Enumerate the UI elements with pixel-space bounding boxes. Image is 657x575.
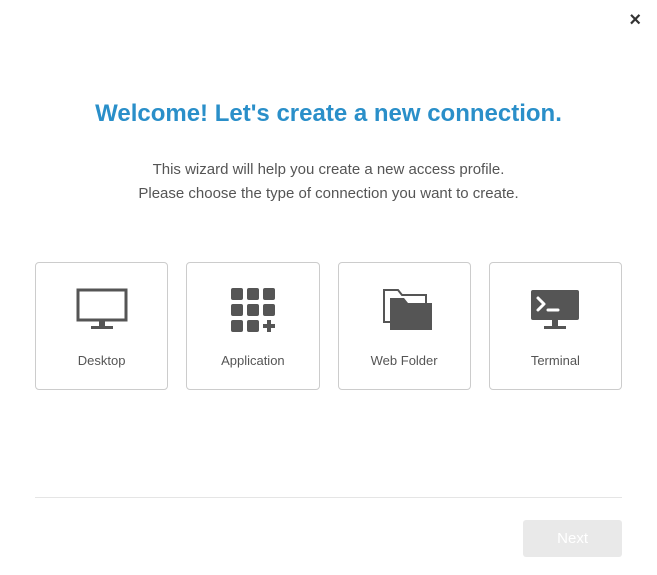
subtitle-line-2: Please choose the type of connection you… [35, 182, 622, 206]
next-button[interactable]: Next [523, 520, 622, 557]
option-desktop-label: Desktop [78, 353, 126, 368]
option-webfolder-label: Web Folder [371, 353, 438, 368]
option-terminal-label: Terminal [531, 353, 580, 368]
option-webfolder[interactable]: Web Folder [338, 262, 471, 390]
terminal-icon [528, 285, 582, 335]
wizard-footer: Next [35, 497, 622, 557]
option-application[interactable]: Application [186, 262, 319, 390]
page-title: Welcome! Let's create a new connection. [35, 100, 622, 128]
webfolder-icon [376, 285, 432, 335]
connection-type-options: Desktop Application [35, 262, 622, 390]
close-button[interactable]: × [625, 6, 645, 34]
option-application-label: Application [221, 353, 285, 368]
wizard-content: Welcome! Let's create a new connection. … [0, 0, 657, 390]
subtitle-line-1: This wizard will help you create a new a… [35, 158, 622, 182]
desktop-icon [75, 285, 129, 335]
option-terminal[interactable]: Terminal [489, 262, 622, 390]
option-desktop[interactable]: Desktop [35, 262, 168, 390]
application-icon [229, 285, 277, 335]
